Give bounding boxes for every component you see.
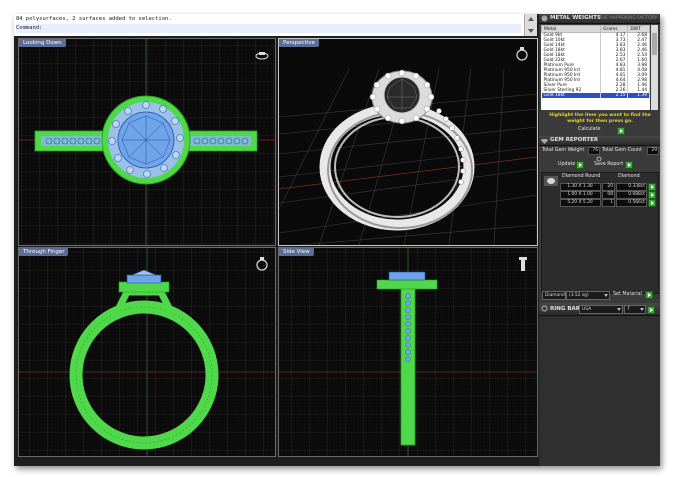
- ring-gauge-icon[interactable]: [254, 51, 270, 61]
- ring-gauge-icon[interactable]: [514, 46, 530, 62]
- ring-icon: [541, 305, 548, 312]
- total-gem-count-label: Total Gem Count: [602, 148, 642, 153]
- total-gem-count-value: 29: [647, 147, 659, 155]
- gem-cell: 1.30 X 1.30: [560, 183, 601, 191]
- command-input[interactable]: Command:: [16, 24, 521, 33]
- viewport-through-finger[interactable]: Through Finger: [18, 247, 276, 457]
- command-area: 84 polysurfaces, 2 surfaces added to sel…: [14, 14, 537, 36]
- material-density-select[interactable]: (3.52 sg): [566, 291, 610, 300]
- calculate-go-button[interactable]: [617, 127, 625, 135]
- gem-cell: 1: [602, 199, 615, 207]
- gem-row[interactable]: 1.30 X 1.30 20 0.338ct: [560, 183, 656, 191]
- gem-reporter-header: GEM REPORTER: [539, 136, 660, 146]
- through-finger-scene: [19, 248, 275, 456]
- material-selected: Diamond: [545, 293, 565, 298]
- looking-down-scene: [19, 39, 275, 245]
- total-gem-weight-label: Total Gem Weight: [542, 148, 585, 153]
- ring-size: 7: [627, 307, 630, 312]
- gem-icon: [541, 139, 548, 144]
- command-history: 84 polysurfaces, 2 surfaces added to sel…: [16, 16, 172, 22]
- panel-empty-area: [539, 316, 660, 466]
- ring-region: USA: [582, 307, 592, 312]
- set-material-label: Set Material: [613, 292, 642, 297]
- gem-cell: 0.088ct: [616, 191, 647, 199]
- metal-cell: 1.39: [627, 93, 650, 98]
- viewport-label[interactable]: Through Finger: [19, 248, 69, 256]
- scale-icon: [541, 15, 548, 22]
- ring-bar-go-button[interactable]: [647, 306, 655, 314]
- metal-weights-title: METAL WEIGHTS: [550, 15, 601, 21]
- metal-row[interactable]: Gold 18kt 2.15 1.39: [541, 93, 650, 98]
- metal-weights-subtitle: THE HAPPENING FACTORY: [599, 16, 658, 21]
- perspective-scene: [279, 39, 537, 245]
- metal-cell: Gold 18kt: [541, 93, 602, 98]
- ring-bar-label: RING BAR: [550, 306, 580, 312]
- gem-row[interactable]: 5.20 X 5.20 1 0.566ct: [560, 199, 656, 207]
- total-gem-weight-value: .76: [588, 147, 600, 155]
- viewport-looking-down[interactable]: Looking Down: [18, 38, 276, 246]
- update-go-button[interactable]: [576, 161, 584, 169]
- plugin-panel: METAL WEIGHTS THE HAPPENING FACTORY Meta…: [539, 14, 660, 466]
- metal-weights-hint: Highlight the item you want to find the …: [549, 113, 651, 124]
- gem-list[interactable]: Diamond Round Diamond 1.30 X 1.30 20 0.338…: [541, 172, 659, 294]
- viewport-label[interactable]: Side View: [279, 248, 314, 256]
- gem-cell: 0.338ct: [616, 183, 647, 191]
- ring-size-select[interactable]: 7: [624, 305, 646, 314]
- column-header[interactable]: DWT: [627, 25, 650, 33]
- diamond-thumbnail-icon: [544, 176, 558, 186]
- ring-gauge-icon[interactable]: [254, 256, 270, 272]
- gem-cell: 1.00 X 1.00: [560, 191, 601, 199]
- viewport-label[interactable]: Perspective: [279, 39, 319, 47]
- set-material-go-button[interactable]: [645, 291, 653, 299]
- gem-row[interactable]: 1.00 X 1.00 08 0.088ct: [560, 191, 656, 199]
- metal-table-scrollbar[interactable]: [651, 25, 658, 110]
- ring-region-select[interactable]: USA: [579, 305, 623, 314]
- gem-row-go-button[interactable]: [648, 183, 656, 191]
- column-header[interactable]: Grams: [600, 25, 629, 33]
- metal-weights-table[interactable]: Metal Grams DWT Gold 9kt 4.17 2.68 Gold 10k…: [541, 25, 650, 110]
- gem-cell: 0.566ct: [616, 199, 647, 207]
- material-select[interactable]: Diamond: [542, 291, 566, 300]
- material-density: (3.52 sg): [569, 293, 589, 298]
- gem-cell: 5.20 X 5.20: [560, 199, 601, 207]
- save-report-go-button[interactable]: [625, 161, 633, 169]
- gem-row-go-button[interactable]: [648, 199, 656, 207]
- viewport-label[interactable]: Looking Down: [19, 39, 66, 47]
- ring-gauge-icon[interactable]: [517, 256, 529, 272]
- metal-weights-header: METAL WEIGHTS THE HAPPENING FACTORY: [539, 14, 660, 24]
- gem-column-header: Diamond: [618, 174, 640, 179]
- calculate-label: Calculate: [578, 127, 601, 132]
- side-view-scene: [279, 248, 537, 456]
- save-report-label: Save Report: [594, 162, 624, 167]
- viewport-side-view[interactable]: Side View: [278, 247, 538, 457]
- gem-cell: 20: [602, 183, 615, 191]
- gem-row-go-button[interactable]: [648, 191, 656, 199]
- column-header[interactable]: Metal: [541, 25, 602, 33]
- gem-column-header: Diamond Round: [562, 174, 601, 179]
- gem-reporter-title: GEM REPORTER: [550, 137, 599, 143]
- update-label: Update: [558, 162, 576, 167]
- metal-cell: 2.15: [600, 93, 629, 98]
- gem-cell: 08: [602, 191, 615, 199]
- command-scrollbar[interactable]: [524, 14, 537, 36]
- viewport-perspective[interactable]: Perspective: [278, 38, 538, 246]
